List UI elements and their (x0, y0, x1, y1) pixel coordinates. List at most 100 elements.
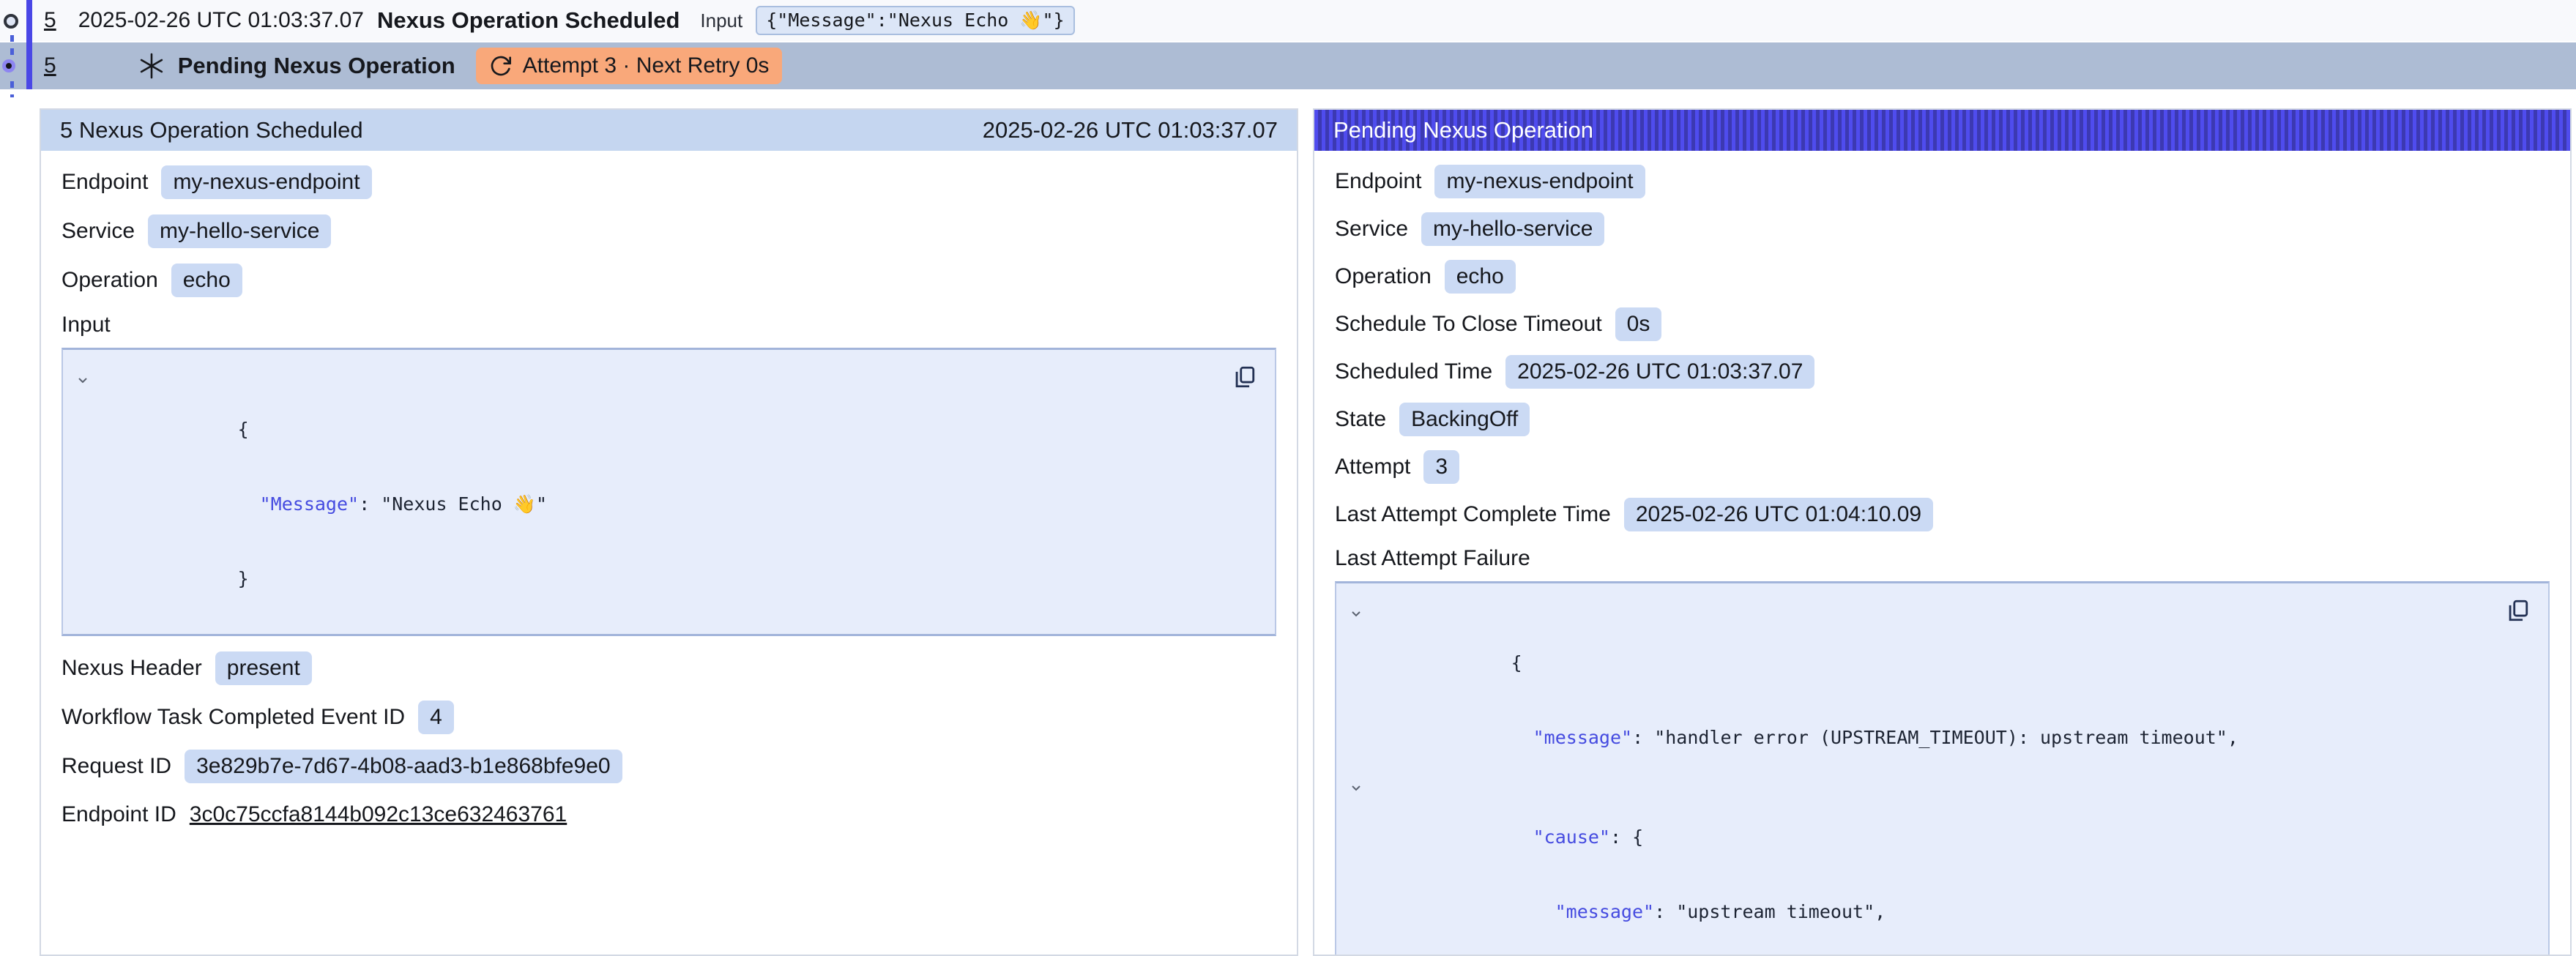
input-block-label: Input (62, 313, 1276, 337)
collapse-chevron-icon[interactable] (75, 373, 91, 389)
field-label: Nexus Header (62, 656, 202, 681)
field-label: Service (1335, 217, 1408, 242)
scheduled-panel-header: 5 Nexus Operation Scheduled 2025-02-26 U… (41, 110, 1297, 151)
field-label: Workflow Task Completed Event ID (62, 705, 405, 730)
field-value-chip: my-nexus-endpoint (161, 165, 371, 199)
scheduled-panel-timestamp: 2025-02-26 UTC 01:03:37.07 (983, 117, 1278, 143)
json-key: "cause" (1533, 826, 1610, 848)
event-timestamp: 2025-02-26 UTC 01:03:37.07 (78, 8, 364, 33)
failure-code-viewer: { "message": "handler error (UPSTREAM_TI… (1335, 581, 2550, 955)
event-input-label: Input (700, 10, 742, 32)
field-label: Last Attempt Complete Time (1335, 502, 1611, 527)
pending-spinner-icon (138, 53, 165, 79)
event-id-link[interactable]: 5 (44, 8, 56, 33)
field-label: Operation (62, 268, 158, 293)
field-schedule-to-close-timeout: Schedule To Close Timeout 0s (1335, 308, 2550, 340)
failure-block-label: Last Attempt Failure (1335, 546, 2550, 571)
field-value-chip: my-hello-service (1421, 212, 1604, 246)
scheduled-panel-title: 5 Nexus Operation Scheduled (60, 117, 363, 143)
field-value-chip: 2025-02-26 UTC 01:03:37.07 (1505, 355, 1814, 389)
field-label: Operation (1335, 264, 1432, 289)
code-line: "message": "handler error (UPSTREAM_TIME… (1336, 701, 2482, 775)
field-value-chip: BackingOff (1399, 403, 1530, 436)
code-line: { (1336, 601, 2482, 701)
field-operation: Operation echo (62, 264, 1276, 297)
scheduled-panel-body: Endpoint my-nexus-endpoint Service my-he… (41, 151, 1297, 851)
json-text: : "upstream timeout", (1654, 901, 1886, 922)
json-text: : { (1610, 826, 1643, 848)
field-service: Service my-hello-service (1335, 213, 2550, 245)
field-endpoint: Endpoint my-nexus-endpoint (1335, 165, 2550, 198)
event-row-pending[interactable]: 5 Pending Nexus Operation Attempt 3 · Ne… (0, 41, 2576, 89)
event-id-link[interactable]: 5 (44, 53, 56, 78)
collapse-chevron-icon[interactable] (1348, 606, 1364, 622)
copy-icon (1232, 365, 1257, 389)
code-line: "applicationFailureInfo": { (1336, 949, 2482, 955)
json-key: "message" (1533, 727, 1632, 748)
collapse-chevron-icon[interactable] (1348, 780, 1364, 796)
field-value-chip: echo (1445, 260, 1516, 294)
field-label: Schedule To Close Timeout (1335, 312, 1602, 337)
endpoint-id-link[interactable]: 3c0c75ccfa8144b092c13ce632463761 (190, 802, 567, 827)
json-key: "message" (1555, 901, 1654, 922)
json-text: { (238, 419, 249, 440)
scheduled-event-panel: 5 Nexus Operation Scheduled 2025-02-26 U… (40, 108, 1298, 956)
field-label: Endpoint (62, 170, 148, 195)
field-label: Endpoint (1335, 169, 1421, 194)
field-label: Attempt (1335, 455, 1410, 479)
json-text: : "Nexus Echo 👋" (359, 493, 547, 515)
field-last-attempt-complete-time: Last Attempt Complete Time 2025-02-26 UT… (1335, 498, 2550, 531)
pending-panel-body: Endpoint my-nexus-endpoint Service my-he… (1314, 151, 2570, 955)
last-attempt-failure-block: Last Attempt Failure { "message": "handl… (1335, 546, 2550, 955)
input-code-viewer: { "Message": "Nexus Echo 👋" } (62, 348, 1276, 636)
event-title: Nexus Operation Scheduled (377, 7, 680, 34)
copy-icon (2505, 598, 2530, 623)
pending-operation-panel: Pending Nexus Operation Endpoint my-nexu… (1313, 108, 2572, 956)
field-value-chip: 0s (1615, 307, 1662, 341)
json-text: : "handler error (UPSTREAM_TIMEOUT): ups… (1632, 727, 2238, 748)
pending-panel-title: Pending Nexus Operation (1333, 117, 1593, 143)
field-scheduled-time: Scheduled Time 2025-02-26 UTC 01:03:37.0… (1335, 356, 2550, 388)
pending-event-title: Pending Nexus Operation (178, 53, 455, 79)
field-nexus-header: Nexus Header present (62, 651, 1276, 685)
field-operation: Operation echo (1335, 261, 2550, 293)
json-key: "Message" (260, 493, 359, 515)
field-value-chip: echo (171, 264, 242, 297)
event-input-chip: {"Message":"Nexus Echo 👋"} (756, 6, 1074, 35)
field-value-chip: my-hello-service (148, 214, 331, 248)
field-value-chip: 4 (418, 701, 454, 734)
field-request-id: Request ID 3e829b7e-7d67-4b08-aad3-b1e86… (62, 750, 1276, 783)
event-history: 5 2025-02-26 UTC 01:03:37.07 Nexus Opera… (0, 0, 2576, 89)
code-line: } (63, 542, 1209, 616)
retry-badge-label: Attempt 3 · Next Retry 0s (523, 53, 770, 78)
field-label: Scheduled Time (1335, 359, 1492, 384)
field-workflow-task-completed-event-id: Workflow Task Completed Event ID 4 (62, 701, 1276, 734)
field-service: Service my-hello-service (62, 214, 1276, 248)
code-line: { (63, 367, 1209, 467)
field-value-chip: present (215, 651, 312, 685)
retry-attempt-badge: Attempt 3 · Next Retry 0s (476, 48, 783, 84)
field-endpoint: Endpoint my-nexus-endpoint (62, 165, 1276, 199)
event-row-scheduled[interactable]: 5 2025-02-26 UTC 01:03:37.07 Nexus Opera… (0, 0, 2576, 41)
field-attempt: Attempt 3 (1335, 451, 2550, 483)
code-line: "Message": "Nexus Echo 👋" (63, 467, 1209, 542)
copy-button[interactable] (1231, 365, 1257, 391)
field-label: Request ID (62, 754, 171, 779)
field-state: State BackingOff (1335, 403, 2550, 436)
field-endpoint-id: Endpoint ID 3c0c75ccfa8144b092c13ce63246… (62, 799, 1276, 831)
pending-panel-header: Pending Nexus Operation (1314, 110, 2570, 151)
field-label: Service (62, 219, 135, 244)
copy-button[interactable] (2504, 598, 2531, 624)
event-detail-panels: 5 Nexus Operation Scheduled 2025-02-26 U… (40, 108, 2572, 956)
field-label: State (1335, 407, 1386, 432)
field-value-chip: 3e829b7e-7d67-4b08-aad3-b1e868bfe9e0 (185, 750, 622, 783)
json-text: { (1511, 652, 1522, 673)
retry-icon (489, 54, 513, 78)
code-line: "cause": { (1336, 775, 2482, 875)
field-value-chip: my-nexus-endpoint (1434, 165, 1645, 198)
field-label: Endpoint ID (62, 802, 176, 827)
input-block: Input { "Message": "Nexus Echo 👋" } (62, 313, 1276, 636)
field-value-chip: 3 (1423, 450, 1459, 484)
code-line: "message": "upstream timeout", (1336, 875, 2482, 949)
json-text: } (238, 568, 249, 589)
